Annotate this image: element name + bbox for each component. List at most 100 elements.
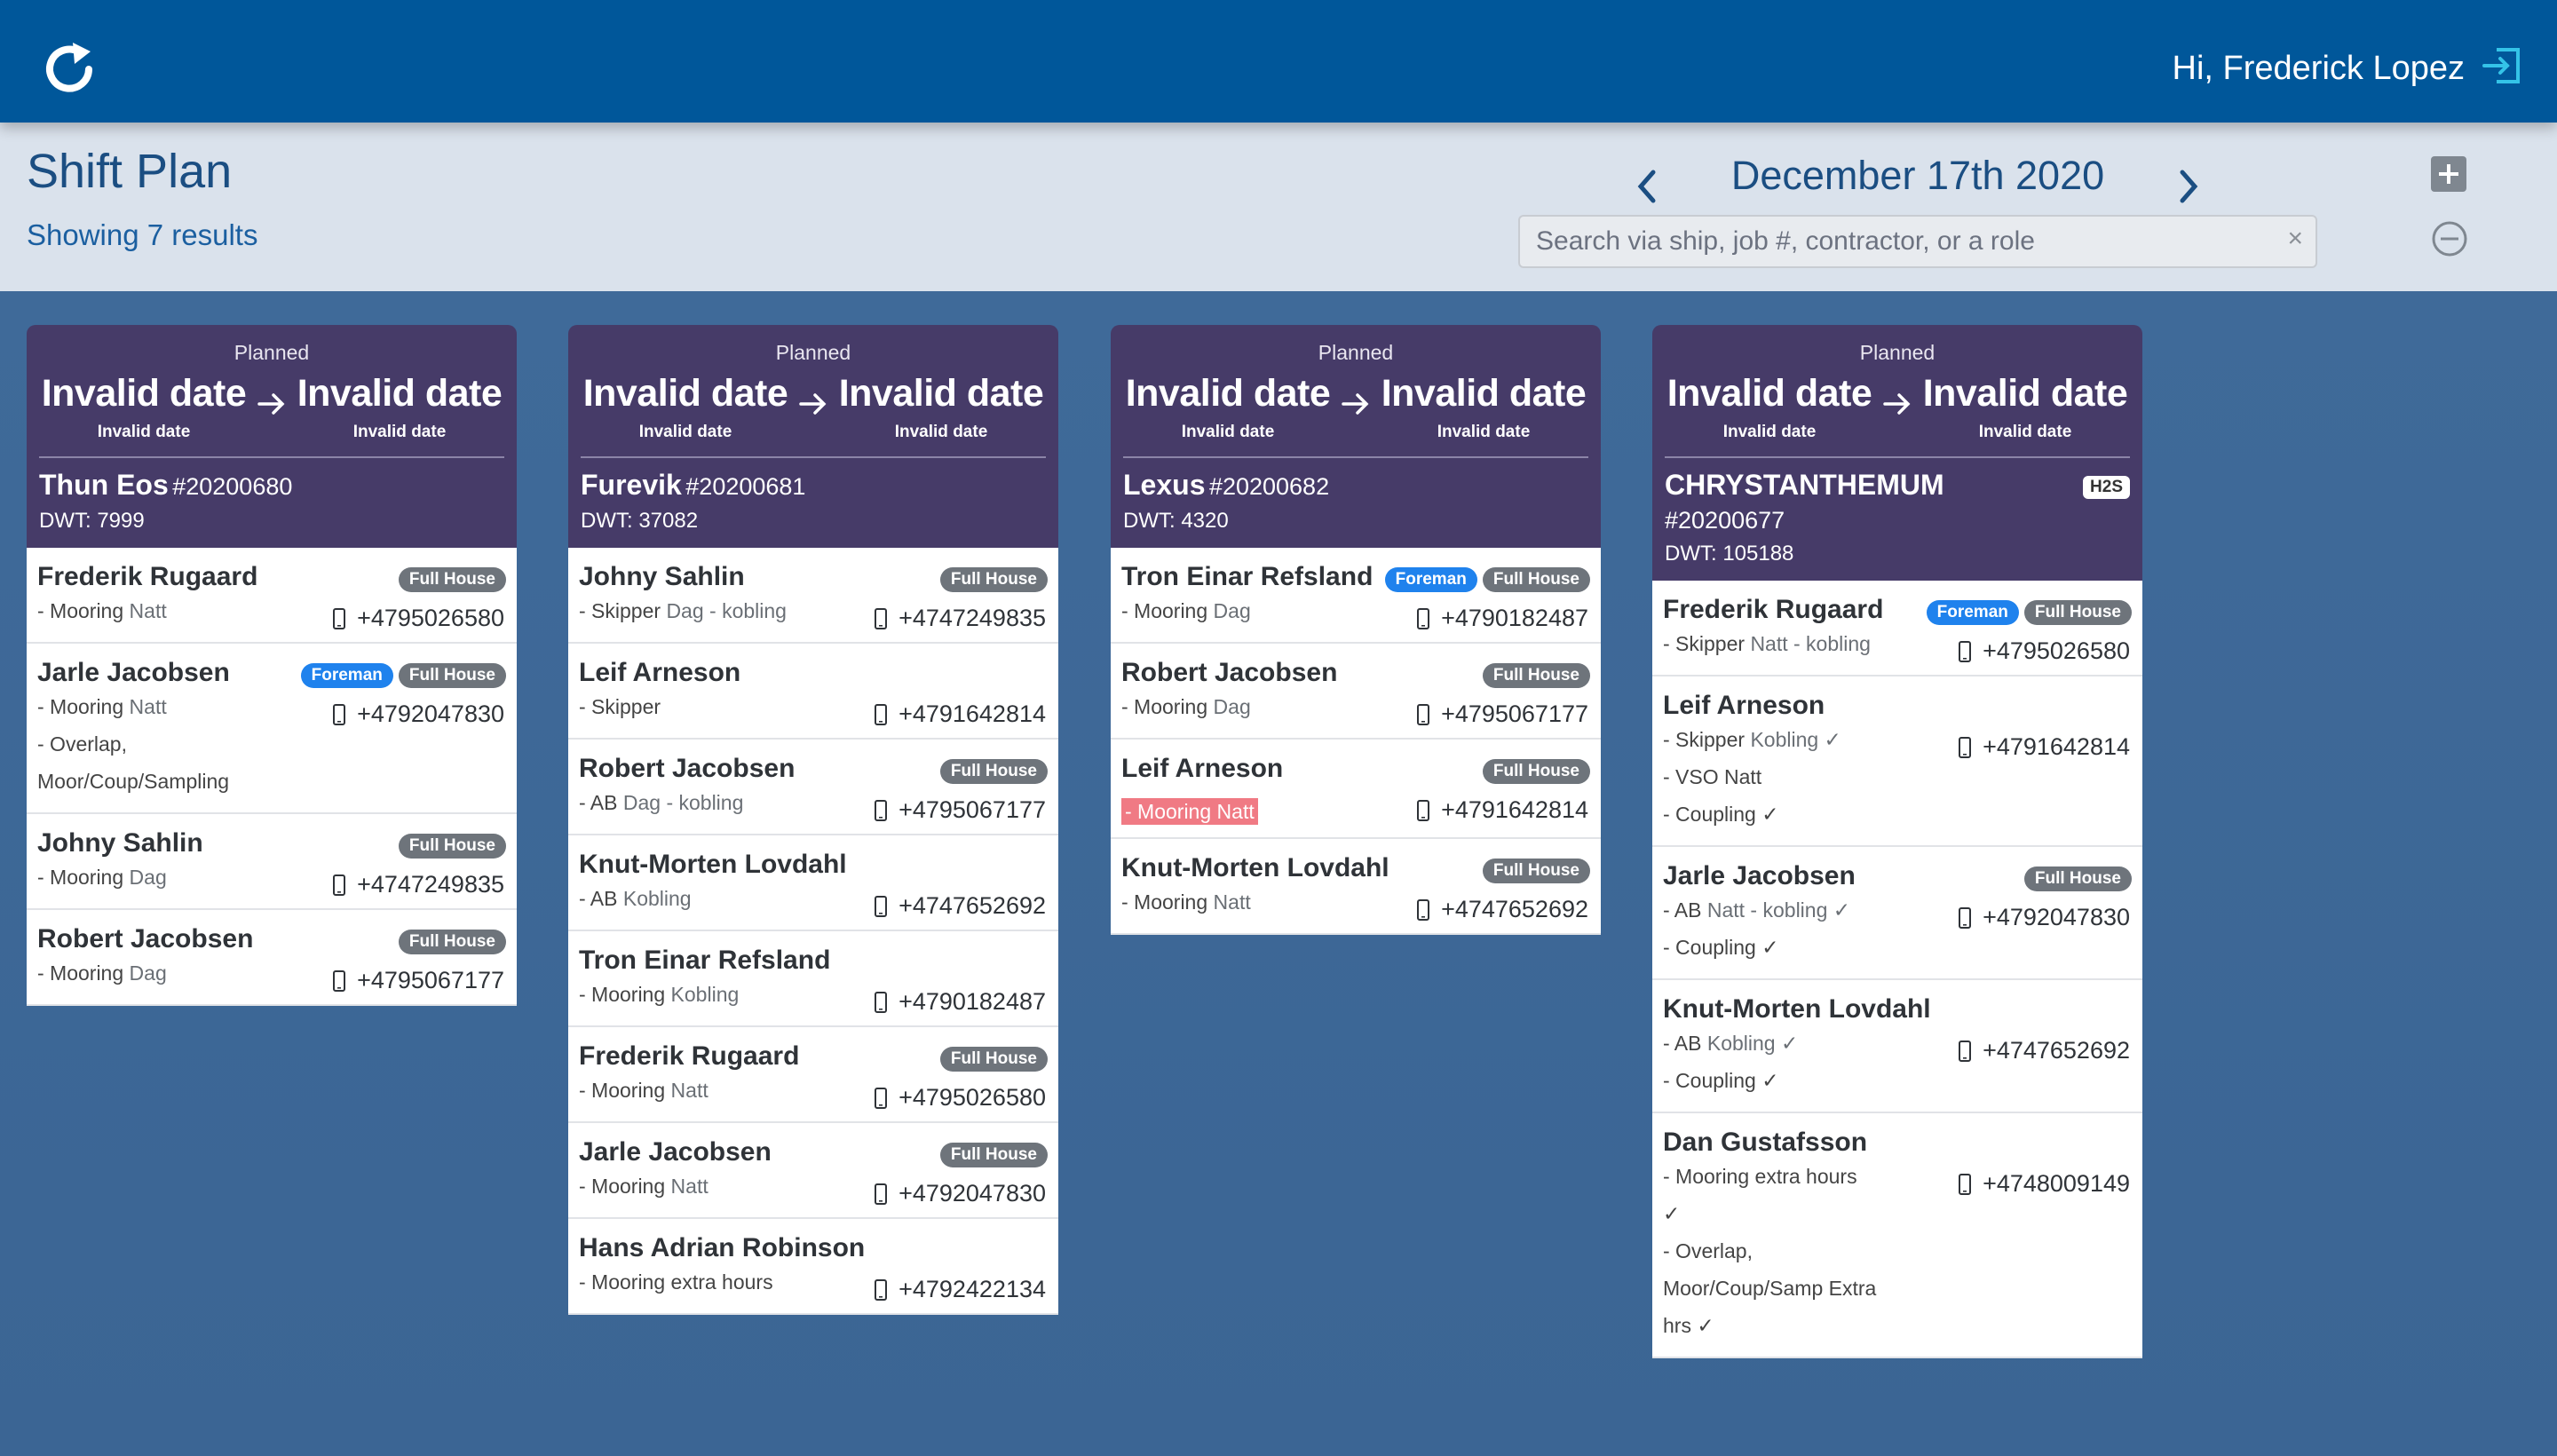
phone-icon <box>875 1183 888 1205</box>
phone[interactable]: +4795067177 <box>332 967 504 994</box>
phone[interactable]: +4747249835 <box>874 605 1046 632</box>
phone[interactable]: +4792047830 <box>1958 904 2130 931</box>
ship-card-header[interactable]: Planned Invalid date Invalid date Invalid d… <box>27 325 517 548</box>
role-extra: - Coupling ✓ <box>1663 803 1779 826</box>
phone[interactable]: +4795026580 <box>1958 637 2130 665</box>
start-date: Invalid date <box>582 372 788 415</box>
phone-icon <box>875 703 888 725</box>
role-label: - Mooring <box>1121 890 1208 914</box>
worker-row[interactable]: Knut-Morten Lovdahl Full House - Mooring N… <box>1111 839 1601 935</box>
worker-row[interactable]: Jarle Jacobsen Foreman Full House - Mooring… <box>27 644 517 814</box>
ship-card-header[interactable]: Planned Invalid date Invalid date Invalid d… <box>1652 325 2142 581</box>
worker-row[interactable]: Robert Jacobsen Full House - Mooring Dag +4… <box>27 910 517 1006</box>
role-label: - Skipper <box>1663 728 1746 751</box>
phone-number: +4795067177 <box>899 796 1046 823</box>
worker-row[interactable]: Tron Einar Refsland Foreman Full House - Mo… <box>1111 548 1601 644</box>
refresh-icon[interactable] <box>37 37 101 101</box>
phone[interactable]: +4747652692 <box>874 892 1046 920</box>
job-number: #20200677 <box>1665 507 1785 534</box>
worker-row[interactable]: Johny Sahlin Full House - Mooring Dag +4747… <box>27 814 517 910</box>
start-time: Invalid date <box>1722 423 1817 441</box>
worker-row[interactable]: Jarle Jacobsen Full House - Mooring Natt +4… <box>568 1123 1058 1219</box>
arrow-right-icon <box>1342 393 1369 415</box>
job-number: #20200681 <box>685 473 806 500</box>
role-extra: - Overlap, <box>1663 1239 1753 1262</box>
collapse-all-icon[interactable] <box>2431 220 2468 257</box>
phone[interactable]: +4795026580 <box>874 1084 1046 1112</box>
chevron-right-icon[interactable] <box>2166 160 2211 213</box>
shift-label: Natt <box>129 695 167 718</box>
worker-row[interactable]: Hans Adrian Robinson - Mooring extra hour… <box>568 1219 1058 1315</box>
worker-role: - Mooring Natt <box>579 1175 709 1198</box>
worker-row[interactable]: Leif Arneson - Skipper Kobling ✓ - VSO Nat… <box>1652 677 2142 847</box>
ship-card-header[interactable]: Planned Invalid date Invalid date Invalid d… <box>1111 325 1601 548</box>
phone[interactable]: +4747652692 <box>1416 896 1588 923</box>
worker-role: - Mooring Natt <box>1121 798 1258 825</box>
shift-label: Natt <box>1213 890 1251 914</box>
role-label: - Mooring <box>37 695 124 718</box>
worker-role: - Mooring Dag <box>37 866 167 889</box>
worker-row[interactable]: Dan Gustafsson - Mooring extra hours ✓ - O… <box>1652 1113 2142 1358</box>
role-extra: - VSO Natt <box>1663 765 1762 788</box>
shift-label: Kobling ✓ <box>1750 728 1841 751</box>
end-time: Invalid date <box>1978 423 2072 441</box>
phone[interactable]: +4795026580 <box>332 605 504 632</box>
phone[interactable]: +4748009149 <box>1958 1170 2130 1198</box>
current-date: December 17th 2020 <box>1730 153 2105 198</box>
phone[interactable]: +4747652692 <box>1958 1037 2130 1064</box>
expand-all-icon[interactable] <box>2431 156 2466 192</box>
job-number: #20200682 <box>1208 473 1330 500</box>
ship-name: Lexus <box>1123 469 1206 501</box>
ship-card-header[interactable]: Planned Invalid date Invalid date Invalid d… <box>568 325 1058 548</box>
phone-icon <box>333 969 346 992</box>
phone[interactable]: +4792047830 <box>332 700 504 728</box>
worker-row[interactable]: Tron Einar Refsland - Mooring Kobling +479… <box>568 931 1058 1027</box>
full-house-badge: Full House <box>1482 859 1590 883</box>
ship-line: Thun Eos #20200680 <box>37 458 506 502</box>
worker-row[interactable]: Knut-Morten Lovdahl - AB Kobling +47476526… <box>568 835 1058 931</box>
worker-row[interactable]: Frederik Rugaard Full House - Mooring Natt… <box>568 1027 1058 1123</box>
date-range: Invalid date Invalid date Invalid date Inva… <box>1663 372 2132 442</box>
phone[interactable]: +4795067177 <box>874 796 1046 824</box>
phone[interactable]: +4791642814 <box>874 700 1046 728</box>
worker-row[interactable]: Leif Arneson Full House - Mooring Natt +479… <box>1111 740 1601 839</box>
full-house-badge: Full House <box>1482 663 1590 688</box>
full-house-badge: Full House <box>2023 600 2132 625</box>
worker-row[interactable]: Leif Arneson - Skipper +4791642814 <box>568 644 1058 740</box>
phone[interactable]: +4747249835 <box>332 871 504 898</box>
logout-icon[interactable] <box>2479 43 2525 89</box>
shift-label: Natt - kobling ✓ <box>1706 898 1851 922</box>
worker-row[interactable]: Knut-Morten Lovdahl - AB Kobling ✓ - Coupl… <box>1652 980 2142 1113</box>
results-count: Showing 7 results <box>27 218 258 251</box>
phone[interactable]: +4791642814 <box>1958 733 2130 761</box>
phone[interactable]: +4795067177 <box>1416 700 1588 728</box>
dwt-value: DWT: 7999 <box>39 509 145 533</box>
clear-search-icon[interactable]: × <box>2287 224 2303 254</box>
phone[interactable]: +4792047830 <box>874 1180 1046 1207</box>
worker-row[interactable]: Robert Jacobsen Full House - AB Dag - kobl… <box>568 740 1058 835</box>
phone[interactable]: +4790182487 <box>1416 605 1588 632</box>
shift-label: Dag <box>1213 695 1251 718</box>
worker-role: - AB Kobling <box>579 887 692 910</box>
phone[interactable]: +4792422134 <box>874 1276 1046 1303</box>
worker-row[interactable]: Robert Jacobsen Full House - Mooring Dag +4… <box>1111 644 1601 740</box>
search-input[interactable] <box>1520 217 2266 266</box>
shift-label: Dag <box>1213 599 1251 622</box>
worker-name: Hans Adrian Robinson <box>579 1233 866 1262</box>
phone[interactable]: +4791642814 <box>1416 796 1588 824</box>
worker-row[interactable]: Johny Sahlin Full House - Skipper Dag - ko… <box>568 548 1058 644</box>
worker-row[interactable]: Frederik Rugaard Full House - Mooring Natt… <box>27 548 517 644</box>
worker-row[interactable]: Jarle Jacobsen Full House - AB Natt - kobl… <box>1652 847 2142 980</box>
end-time: Invalid date <box>352 423 447 441</box>
phone-number: +4747652692 <box>1983 1037 2130 1064</box>
chevron-left-icon[interactable] <box>1625 160 1669 213</box>
phone-icon <box>333 607 346 629</box>
role-label: - Mooring <box>1121 599 1208 622</box>
ship-line: Furevik #20200681 <box>579 458 1048 502</box>
shift-label: Dag - kobling <box>622 791 744 814</box>
worker-row[interactable]: Frederik Rugaard Foreman Full House - Skipp… <box>1652 581 2142 677</box>
worker-badges: Full House <box>398 567 506 592</box>
phone[interactable]: +4790182487 <box>874 988 1046 1016</box>
status-label: Planned <box>1859 341 1936 364</box>
end-date: Invalid date <box>1922 372 2128 415</box>
